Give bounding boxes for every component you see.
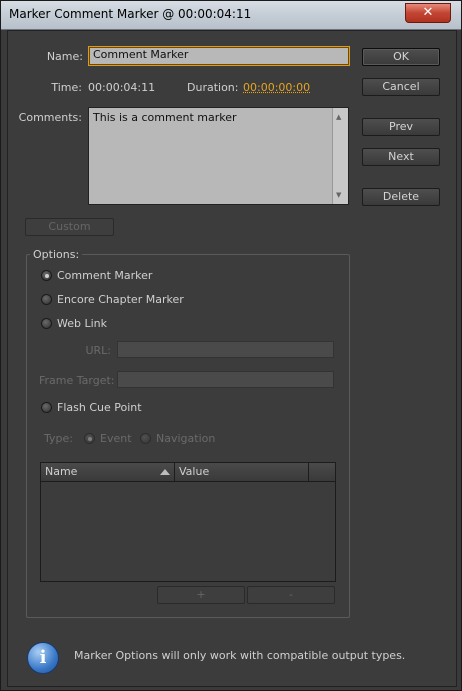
flash-cue-point-radio[interactable] [41, 402, 52, 413]
scroll-down-icon[interactable]: ▼ [336, 191, 341, 199]
time-label: Time: [51, 81, 82, 94]
type-navigation-radio[interactable] [140, 433, 151, 444]
type-event-label[interactable]: Event [100, 432, 132, 445]
frame-target-label: Frame Target: [39, 374, 115, 387]
cue-point-table[interactable]: Name Value [40, 462, 336, 582]
prev-button[interactable]: Prev [362, 118, 440, 136]
column-divider[interactable] [174, 463, 175, 481]
comment-marker-radio[interactable] [41, 270, 52, 281]
type-label: Type: [44, 432, 73, 445]
add-cue-param-button[interactable]: + [157, 586, 245, 604]
close-icon: ✕ [422, 5, 434, 20]
comments-textarea[interactable]: This is a comment marker ▲ ▼ [88, 107, 349, 205]
chapter-marker-label[interactable]: Encore Chapter Marker [57, 293, 184, 306]
name-input[interactable]: Comment Marker [88, 46, 350, 66]
window-title: Marker Comment Marker @ 00:00:04:11 [9, 7, 252, 21]
frame-target-input[interactable] [117, 371, 334, 388]
type-event-radio[interactable] [84, 433, 95, 444]
duration-label: Duration: [187, 81, 239, 94]
remove-cue-param-button[interactable]: - [247, 586, 335, 604]
table-header: Name Value [41, 463, 335, 482]
web-link-radio[interactable] [41, 318, 52, 329]
column-header-name[interactable]: Name [45, 465, 77, 478]
duration-value[interactable]: 00:00:00:00 [243, 81, 310, 94]
info-icon: i [27, 642, 59, 674]
footer-message: Marker Options will only work with compa… [74, 649, 406, 662]
comment-marker-label[interactable]: Comment Marker [57, 269, 152, 282]
title-bar: Marker Comment Marker @ 00:00:04:11 ✕ [1, 1, 461, 30]
close-button[interactable]: ✕ [405, 3, 451, 23]
custom-button[interactable]: Custom [25, 218, 114, 236]
flash-cue-point-label[interactable]: Flash Cue Point [57, 401, 142, 414]
next-button[interactable]: Next [362, 148, 440, 166]
scroll-up-icon[interactable]: ▲ [336, 113, 341, 121]
web-link-label[interactable]: Web Link [57, 317, 107, 330]
comments-scrollbar[interactable]: ▲ ▼ [332, 108, 348, 204]
delete-button[interactable]: Delete [362, 188, 440, 206]
cancel-button[interactable]: Cancel [362, 78, 440, 96]
chapter-marker-radio[interactable] [41, 294, 52, 305]
time-value: 00:00:04:11 [88, 81, 156, 94]
options-legend: Options: [30, 248, 83, 261]
url-input[interactable] [117, 341, 334, 358]
sort-ascending-icon[interactable] [160, 469, 170, 475]
info-icon-glyph: i [39, 647, 47, 668]
name-label: Name: [46, 50, 83, 63]
url-label: URL: [85, 344, 111, 357]
column-divider[interactable] [308, 463, 309, 481]
footer-info-bar: i Marker Options will only work with com… [7, 631, 455, 685]
type-navigation-label[interactable]: Navigation [156, 432, 215, 445]
column-header-value[interactable]: Value [179, 465, 209, 478]
dialog-body: Name: Comment Marker Time: 00:00:04:11 D… [7, 30, 457, 687]
marker-dialog: Marker Comment Marker @ 00:00:04:11 ✕ Na… [0, 0, 462, 691]
ok-button[interactable]: OK [362, 48, 440, 66]
comments-label: Comments: [18, 111, 82, 124]
comments-text: This is a comment marker [93, 111, 237, 124]
